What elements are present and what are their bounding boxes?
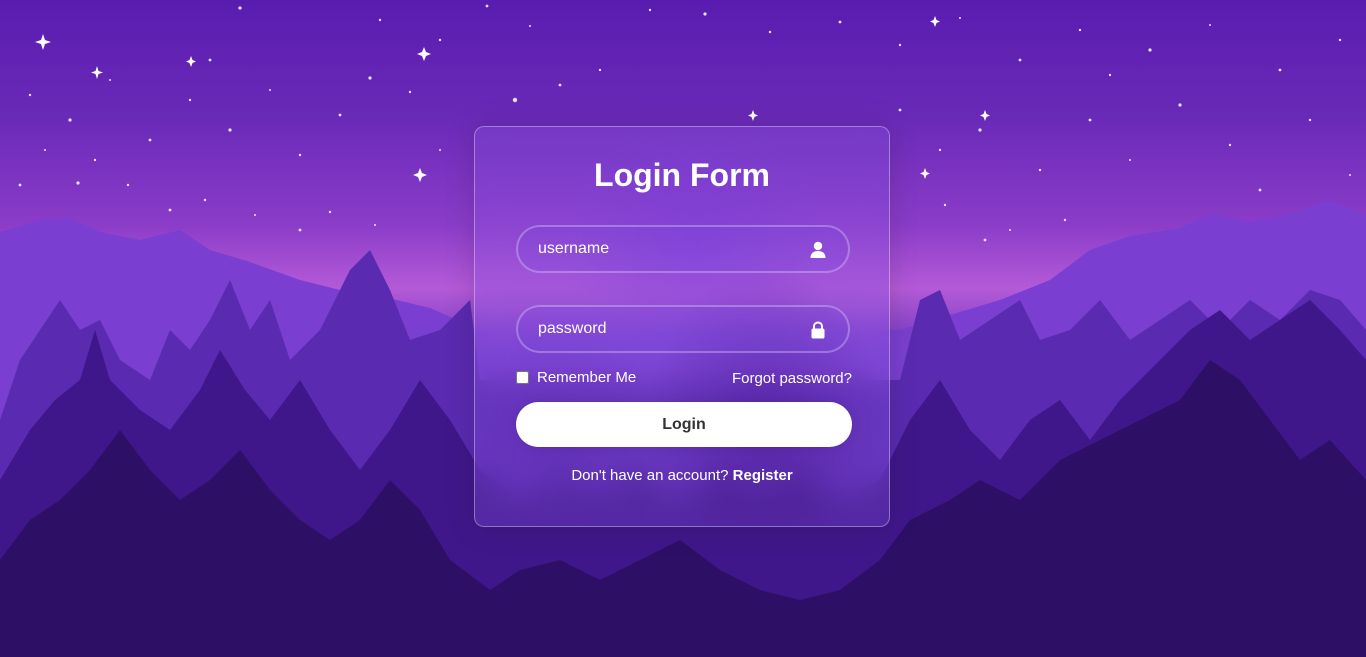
password-field-box: [516, 305, 850, 353]
remember-me-checkbox[interactable]: [516, 371, 529, 384]
username-field-box: [516, 225, 850, 273]
remember-me-text: Remember Me: [537, 369, 637, 386]
user-icon: [810, 241, 826, 258]
remember-me-label[interactable]: Remember Me: [516, 369, 636, 386]
register-prompt: Don't have an account?: [571, 467, 733, 484]
login-form-card: Login Form Remember Me Forgot password? …: [474, 126, 890, 527]
username-input[interactable]: [518, 227, 848, 271]
login-page: Login Form Remember Me Forgot password? …: [0, 0, 1366, 657]
lock-icon: [811, 321, 825, 339]
remember-forgot-row: Remember Me Forgot password?: [516, 369, 852, 389]
form-title: Login Form: [594, 157, 770, 193]
register-link[interactable]: Register: [733, 467, 793, 484]
forgot-password-link[interactable]: Forgot password?: [732, 370, 852, 387]
login-button[interactable]: Login: [516, 402, 852, 447]
password-input[interactable]: [518, 307, 848, 351]
register-row: Don't have an account? Register: [475, 467, 889, 484]
